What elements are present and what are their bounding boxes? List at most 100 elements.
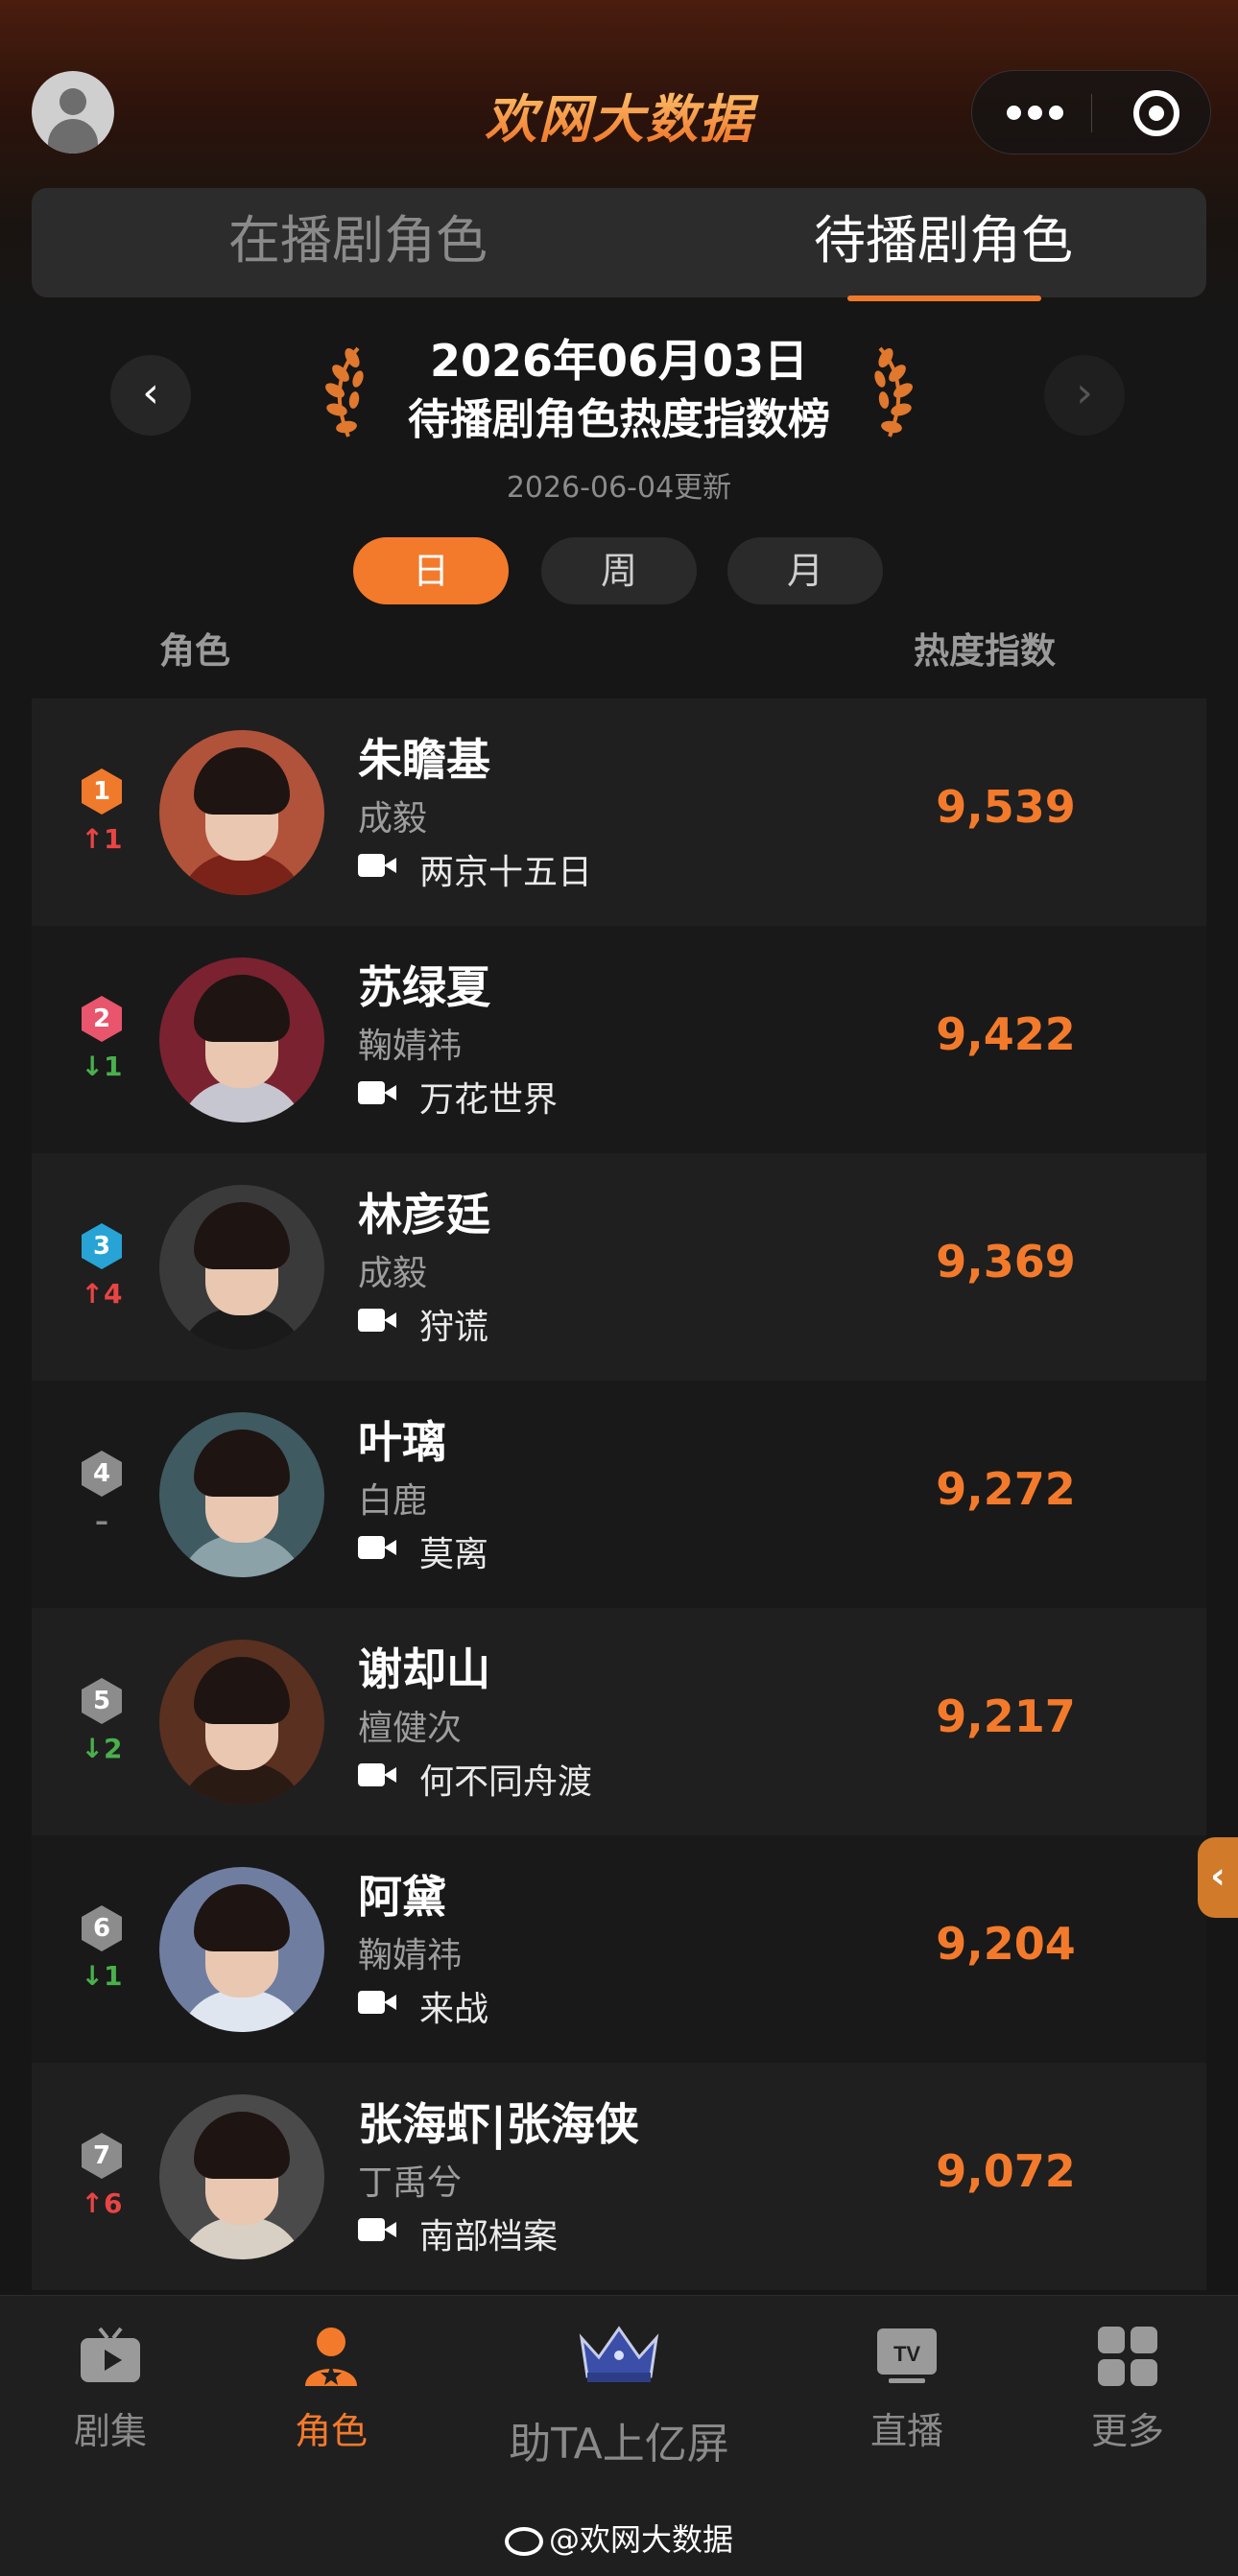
ranking-row[interactable]: 1 ↑1 朱瞻基 成毅 两京十五日 9,539 xyxy=(32,698,1206,926)
rank-change: ↑6 xyxy=(81,2187,123,2219)
category-tabs: 在播剧角色 待播剧角色 xyxy=(32,188,1206,301)
rank-change: ↑1 xyxy=(81,823,123,855)
ranking-list: 1 ↑1 朱瞻基 成毅 两京十五日 9,539 2 ↓1 苏绿夏 鞠婧祎 万花世… xyxy=(32,698,1206,2290)
more-options-icon[interactable] xyxy=(1007,106,1064,121)
board-headline: 2026年06月03日 待播剧角色热度指数榜 xyxy=(355,331,883,450)
character-photo xyxy=(159,2094,324,2259)
nav-label: 助TA上亿屏 xyxy=(509,2420,729,2469)
character-name: 谢却山 xyxy=(358,1643,490,1695)
close-miniprogram-icon[interactable] xyxy=(1133,90,1179,136)
ranking-row[interactable]: 5 ↓2 谢却山 檀健次 何不同舟渡 9,217 xyxy=(32,1608,1206,1835)
rank-badge: 7 xyxy=(80,2132,124,2180)
rank-badge: 4 xyxy=(80,1450,124,1498)
period-month-pill[interactable]: 月 xyxy=(727,537,883,604)
rank-number: 3 xyxy=(92,1232,111,1261)
video-camera-icon xyxy=(358,1534,398,1561)
photo-hair xyxy=(194,975,290,1042)
character-photo xyxy=(159,957,324,1123)
rank-badge: 5 xyxy=(80,1677,124,1725)
user-avatar-button[interactable] xyxy=(32,71,114,154)
nav-item-more[interactable]: 更多 xyxy=(1046,2325,1209,2454)
photo-hair xyxy=(194,2112,290,2179)
tv-icon xyxy=(81,2327,140,2382)
actor-name: 丁禹兮 xyxy=(358,2163,463,2203)
period-week-pill[interactable]: 周 xyxy=(541,537,697,604)
photo-hair xyxy=(194,1202,290,1269)
avatar-shoulders xyxy=(48,119,98,154)
actor-name: 成毅 xyxy=(358,1254,428,1293)
nav-item-series[interactable]: 剧集 xyxy=(29,2325,192,2454)
period-day-pill[interactable]: 日 xyxy=(353,537,509,604)
drama-title: 南部档案 xyxy=(419,2217,559,2257)
photo-hair xyxy=(194,1430,290,1497)
photo-hair xyxy=(194,1657,290,1724)
watermark-text: @欢网大数据 xyxy=(548,2521,733,2558)
nav-label: 直播 xyxy=(869,2410,943,2452)
drama-title: 何不同舟渡 xyxy=(419,1762,593,1802)
tab-airing-roles[interactable]: 在播剧角色 xyxy=(176,207,540,274)
heat-score: 9,539 xyxy=(936,781,1076,833)
next-date-button[interactable]: › xyxy=(1044,355,1125,436)
actor-name: 成毅 xyxy=(358,799,428,839)
character-photo xyxy=(159,1412,324,1577)
rank-badge: 2 xyxy=(80,995,124,1043)
previous-date-button[interactable]: ‹ xyxy=(110,355,191,436)
actor-name: 鞠婧祎 xyxy=(358,1027,463,1066)
chevron-left-icon: ‹ xyxy=(142,368,159,417)
ranking-row[interactable]: 3 ↑4 林彦廷 成毅 狩谎 9,369 xyxy=(32,1153,1206,1381)
capsule-divider xyxy=(1091,94,1092,132)
updated-timestamp: 2026-06-04更新 xyxy=(506,471,732,505)
miniprogram-capsule xyxy=(971,70,1211,154)
top-bar: 欢网大数据 xyxy=(0,0,1238,192)
video-camera-icon xyxy=(358,1761,398,1788)
character-name: 林彦廷 xyxy=(358,1189,490,1241)
ranking-row[interactable]: 2 ↓1 苏绿夏 鞠婧祎 万花世界 9,422 xyxy=(32,926,1206,1153)
character-name: 苏绿夏 xyxy=(358,961,490,1013)
person-icon xyxy=(305,2328,357,2386)
svg-text:TV: TV xyxy=(893,2342,920,2366)
video-camera-icon xyxy=(358,852,398,879)
character-name: 朱瞻基 xyxy=(358,734,490,786)
actor-name: 鞠婧祎 xyxy=(358,1936,463,1975)
rank-number: 1 xyxy=(92,777,111,806)
drama-title: 万花世界 xyxy=(419,1080,559,1120)
weibo-logo-icon xyxy=(504,2527,543,2556)
nav-label: 剧集 xyxy=(73,2410,147,2452)
video-camera-icon xyxy=(358,2216,398,2243)
rank-number: 6 xyxy=(92,1914,111,1943)
nav-item-roles[interactable]: 角色 xyxy=(250,2325,413,2454)
rank-change: ↓1 xyxy=(81,1051,123,1082)
rank-badge: 6 xyxy=(80,1904,124,1952)
chevron-right-icon: › xyxy=(1076,368,1093,417)
nav-label: 更多 xyxy=(1090,2410,1164,2452)
crown-icon xyxy=(579,2326,659,2382)
character-photo xyxy=(159,1185,324,1350)
rank-change: ↑4 xyxy=(81,1278,123,1310)
heat-score: 9,272 xyxy=(936,1463,1076,1515)
nav-item-live[interactable]: TV 直播 xyxy=(825,2325,988,2454)
weibo-watermark: @欢网大数据 xyxy=(0,2516,1238,2560)
heat-score: 9,217 xyxy=(936,1690,1076,1742)
drama-title: 两京十五日 xyxy=(419,853,593,892)
board-date: 2026年06月03日 xyxy=(429,335,809,387)
ranking-row[interactable]: 7 ↑6 张海虾|张海侠 丁禹兮 南部档案 9,072 xyxy=(32,2063,1206,2290)
drama-title: 来战 xyxy=(419,1990,489,2029)
rank-badge: 3 xyxy=(80,1222,124,1270)
grid-icon xyxy=(1098,2327,1157,2386)
tab-upcoming-roles[interactable]: 待播剧角色 xyxy=(761,207,1126,274)
ranking-row[interactable]: 6 ↓1 阿黛 鞠婧祎 来战 9,204 xyxy=(32,1835,1206,2063)
side-drawer-toggle[interactable]: ‹ xyxy=(1198,1837,1238,1918)
chevron-left-icon: ‹ xyxy=(1210,1855,1226,1897)
photo-hair xyxy=(194,1884,290,1951)
video-camera-icon xyxy=(358,1989,398,2016)
rank-number: 4 xyxy=(92,1459,111,1488)
ranking-row[interactable]: 4 – 叶璃 白鹿 莫离 9,272 xyxy=(32,1381,1206,1608)
nav-item-boost[interactable]: 助TA上亿屏 xyxy=(461,2325,777,2470)
rank-number: 5 xyxy=(92,1687,111,1715)
rank-number: 7 xyxy=(92,2141,111,2170)
app-logo: 欢网大数据 xyxy=(451,77,787,150)
rank-number: 2 xyxy=(92,1004,111,1033)
board-title: 待播剧角色热度指数榜 xyxy=(408,395,830,444)
character-name: 张海虾|张海侠 xyxy=(358,2098,639,2150)
nav-label: 角色 xyxy=(294,2410,368,2452)
